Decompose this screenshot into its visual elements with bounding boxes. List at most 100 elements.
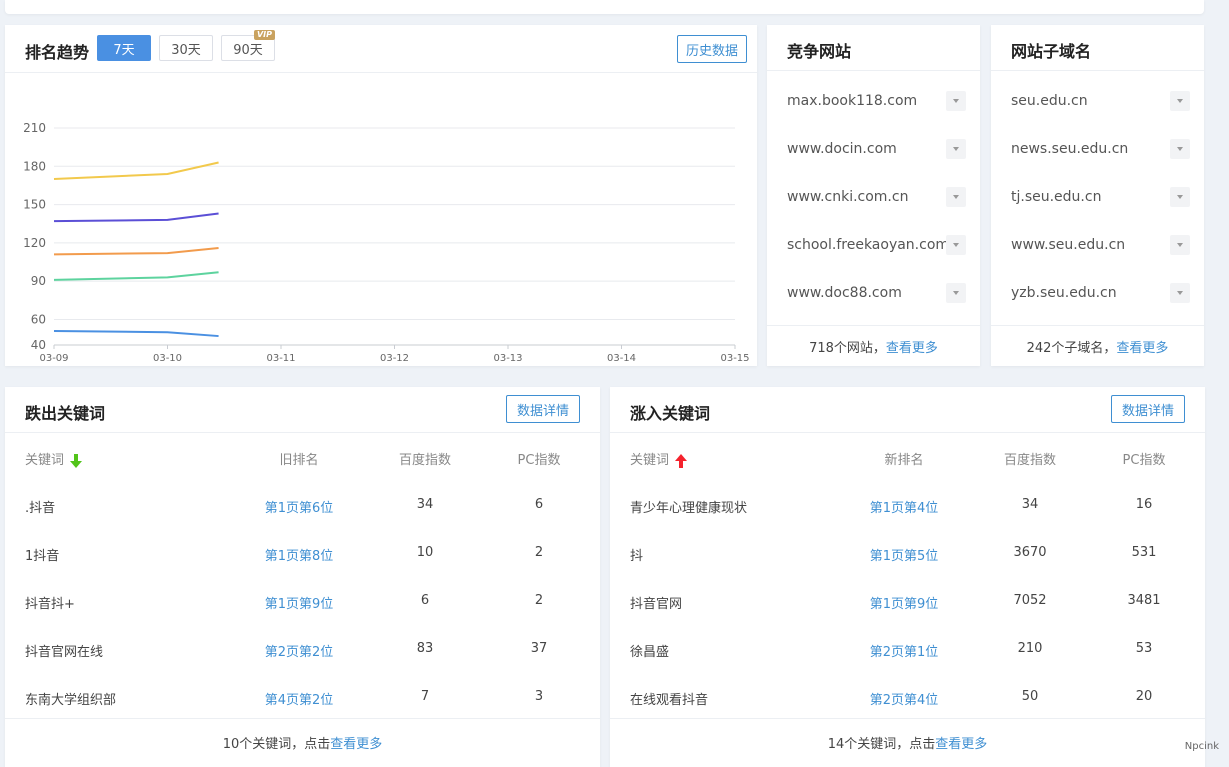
rising-detail-button[interactable]: 数据详情 [1111, 395, 1185, 423]
range-7d-button[interactable]: 7天 [97, 35, 151, 61]
x-tick-label: 03-10 [153, 353, 182, 364]
rank-link[interactable]: 第1页第9位 [265, 593, 334, 612]
baidu-index-cell: 7 [420, 689, 430, 704]
competitor-domain: www.doc88.com [787, 285, 902, 301]
dropdown-toggle[interactable] [1170, 283, 1190, 303]
subdomain-item[interactable]: seu.edu.cn [1011, 91, 1190, 111]
baidu-index-cell: 7052 [1013, 593, 1047, 608]
series-line [53, 329, 219, 338]
competitor-item[interactable]: max.book118.com [787, 91, 966, 111]
dropdown-toggle[interactable] [946, 235, 966, 255]
col-old-rank-header: 旧排名 [279, 453, 319, 468]
competitor-item[interactable]: www.doc88.com [787, 283, 966, 303]
pc-index-cell: 16 [1135, 497, 1153, 512]
rank-link[interactable]: 第1页第8位 [265, 545, 334, 564]
keyword-cell: 东南大学组织部 [25, 693, 117, 708]
rising-title: 涨入关键词 [630, 404, 711, 423]
subdomain-item[interactable]: news.seu.edu.cn [1011, 139, 1190, 159]
baidu-index-cell: 10 [416, 545, 434, 560]
pc-index-cell: 37 [530, 641, 548, 656]
rising-divider [610, 432, 1205, 433]
rank-trend-card: 排名趋势 7天 30天 90天 VIP 历史数据 40 60 90 120 150 180… [5, 25, 757, 366]
rank-link[interactable]: 第4页第2位 [265, 689, 334, 708]
y-tick-label: 150 [23, 198, 46, 212]
x-tick-label: 03-13 [493, 353, 522, 364]
rising-keywords-card: 涨入关键词 数据详情 关键词 新排名 百度指数 PC指数 青少年心理健康现状 第… [610, 387, 1205, 767]
dropdown-toggle[interactable] [946, 139, 966, 159]
baidu-index-cell: 34 [416, 497, 434, 512]
rank-link[interactable]: 第2页第1位 [870, 641, 939, 660]
dropdown-toggle[interactable] [1170, 187, 1190, 207]
dropped-keywords-card: 跌出关键词 数据详情 关键词 旧排名 百度指数 PC指数 .抖音 第1页第6位 … [5, 387, 600, 767]
col-pc-index-header: PC指数 [1122, 453, 1166, 468]
competitor-sites-card: 竞争网站 max.book118.com www.docin.com www.c… [767, 25, 980, 366]
rank-trend-chart: 40 60 90 120 150 180 210 03-09 03-10 03-11 03-12 03… [23, 121, 749, 364]
subdomain-item[interactable]: tj.seu.edu.cn [1011, 187, 1190, 207]
x-tick-label: 03-11 [266, 353, 295, 364]
competitors-footer: 718个网站， 查看更多 [767, 325, 980, 366]
dropdown-toggle[interactable] [946, 283, 966, 303]
subdomains-more-link[interactable]: 查看更多 [1116, 337, 1168, 356]
col-pc-index-header: PC指数 [517, 453, 561, 468]
competitors-more-link[interactable]: 查看更多 [886, 337, 938, 356]
rising-more-link[interactable]: 查看更多 [935, 733, 987, 752]
pc-index-cell: 531 [1131, 545, 1157, 560]
rank-link[interactable]: 第1页第5位 [870, 545, 939, 564]
competitor-item[interactable]: www.cnki.com.cn [787, 187, 966, 207]
dropdown-toggle[interactable] [1170, 235, 1190, 255]
competitor-item[interactable]: school.freekaoyan.com [787, 235, 966, 255]
competitor-domain: max.book118.com [787, 93, 918, 109]
col-baidu-index-header: 百度指数 [1003, 453, 1057, 468]
rank-link[interactable]: 第2页第4位 [870, 689, 939, 708]
dropdown-toggle[interactable] [1170, 139, 1190, 159]
baidu-index-cell: 83 [416, 641, 434, 656]
competitor-domain: www.docin.com [787, 141, 897, 157]
rank-link[interactable]: 第1页第9位 [870, 593, 939, 612]
baidu-index-cell: 210 [1017, 641, 1043, 656]
chevron-down-icon [1177, 195, 1183, 199]
keyword-cell: 抖音抖+ [25, 597, 75, 612]
pc-index-cell: 53 [1135, 641, 1153, 656]
col-keyword-label: 关键词 [630, 453, 670, 468]
pc-index-cell: 20 [1135, 689, 1153, 704]
range-90d-button[interactable]: 90天 VIP [221, 30, 275, 61]
subdomain-item[interactable]: www.seu.edu.cn [1011, 235, 1190, 255]
rank-link[interactable]: 第1页第4位 [870, 497, 939, 516]
rank-link[interactable]: 第2页第2位 [265, 641, 334, 660]
competitor-item[interactable]: www.docin.com [787, 139, 966, 159]
range-30d-button[interactable]: 30天 [159, 35, 213, 61]
subdomain-item[interactable]: yzb.seu.edu.cn [1011, 283, 1190, 303]
vip-badge: VIP [253, 30, 275, 40]
baidu-index-cell: 6 [420, 593, 430, 608]
dropped-detail-button[interactable]: 数据详情 [506, 395, 580, 423]
competitor-domain: www.cnki.com.cn [787, 189, 909, 205]
baidu-index-cell: 34 [1021, 497, 1039, 512]
subdomain-name: tj.seu.edu.cn [1011, 189, 1102, 205]
series-line [53, 161, 219, 181]
subdomains-count: 242个子域名， [1026, 340, 1117, 356]
chevron-down-icon [953, 291, 959, 295]
col-keyword-header[interactable]: 关键词 [25, 449, 83, 468]
y-tick-label: 210 [23, 121, 46, 135]
keyword-cell: 1抖音 [25, 549, 60, 564]
keyword-cell: 抖 [630, 549, 644, 564]
y-tick-label: 90 [31, 274, 46, 288]
col-keyword-header[interactable]: 关键词 [630, 449, 688, 468]
subdomain-name: yzb.seu.edu.cn [1011, 285, 1117, 301]
rank-link[interactable]: 第1页第6位 [265, 497, 334, 516]
dropdown-toggle[interactable] [1170, 91, 1190, 111]
dropdown-toggle[interactable] [946, 187, 966, 207]
keyword-cell: 抖音官网在线 [25, 645, 104, 660]
dropped-more-link[interactable]: 查看更多 [330, 733, 382, 752]
chevron-down-icon [953, 147, 959, 151]
chevron-down-icon [953, 243, 959, 247]
history-data-button[interactable]: 历史数据 [677, 35, 747, 63]
dropped-title: 跌出关键词 [25, 404, 106, 423]
chevron-down-icon [1177, 243, 1183, 247]
rising-count: 14个关键词，点击 [827, 736, 936, 752]
dropdown-toggle[interactable] [946, 91, 966, 111]
y-tick-label: 60 [31, 312, 46, 326]
subdomains-card: 网站子域名 seu.edu.cn news.seu.edu.cn tj.seu.… [991, 25, 1204, 366]
chevron-down-icon [953, 195, 959, 199]
competitors-title: 竞争网站 [787, 42, 852, 61]
